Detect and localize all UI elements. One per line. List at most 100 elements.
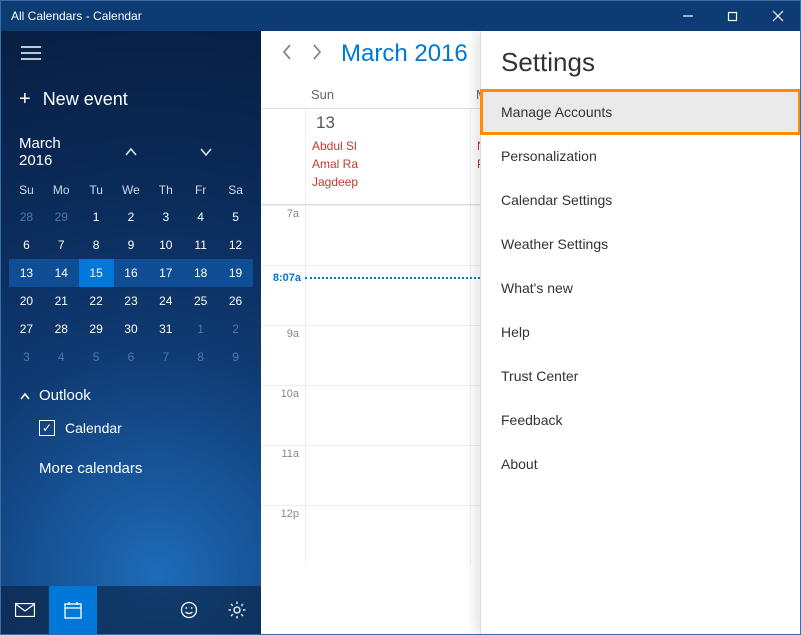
time-cell[interactable] xyxy=(305,445,470,505)
outlook-account-toggle[interactable]: Outlook xyxy=(19,387,243,404)
allday-cell[interactable]: 13Abdul SlAmal RaJagdeep xyxy=(305,109,470,204)
mini-day-cell[interactable]: 28 xyxy=(44,315,79,343)
hour-label: 9a xyxy=(261,325,305,385)
mini-day-cell[interactable]: 29 xyxy=(79,315,114,343)
mini-day-cell[interactable]: 8 xyxy=(183,343,218,371)
allday-event[interactable]: Jagdeep xyxy=(310,173,466,191)
mini-day-cell[interactable]: 17 xyxy=(148,259,183,287)
next-month-button[interactable] xyxy=(168,144,243,161)
settings-item[interactable]: Personalization xyxy=(481,134,800,178)
mini-day-cell[interactable]: 9 xyxy=(218,343,253,371)
mini-day-cell[interactable]: 3 xyxy=(9,343,44,371)
mini-day-cell[interactable]: 8 xyxy=(79,231,114,259)
mini-day-cell[interactable]: 20 xyxy=(9,287,44,315)
mini-day-cell[interactable]: 4 xyxy=(44,343,79,371)
bottom-bar xyxy=(1,586,261,634)
settings-item[interactable]: Manage Accounts xyxy=(481,90,800,134)
mini-day-cell[interactable]: 31 xyxy=(148,315,183,343)
hamburger-button[interactable] xyxy=(1,31,261,70)
month-title[interactable]: March 2016 xyxy=(341,40,468,68)
mini-month-header: March 2016 xyxy=(1,129,261,177)
mini-day-cell[interactable]: 23 xyxy=(114,287,149,315)
settings-flyout: Settings Manage AccountsPersonalizationC… xyxy=(480,31,800,634)
allday-event[interactable]: Amal Ra xyxy=(310,155,466,173)
mini-day-cell[interactable]: 19 xyxy=(218,259,253,287)
mini-day-cell[interactable]: 1 xyxy=(183,315,218,343)
close-button[interactable] xyxy=(755,1,800,31)
hour-label: 7a xyxy=(261,205,305,265)
day-header[interactable]: Sun xyxy=(305,77,470,108)
hour-label: 12p xyxy=(261,505,305,565)
settings-item[interactable]: About xyxy=(481,442,800,486)
settings-item[interactable]: What's new xyxy=(481,266,800,310)
allday-event[interactable]: Abdul Sl xyxy=(310,137,466,155)
mini-day-cell[interactable]: 3 xyxy=(148,203,183,231)
settings-item[interactable]: Trust Center xyxy=(481,354,800,398)
hour-label: 10a xyxy=(261,385,305,445)
mini-day-cell[interactable]: 13 xyxy=(9,259,44,287)
mini-day-header: Fr xyxy=(183,177,218,203)
mini-day-cell[interactable]: 29 xyxy=(44,203,79,231)
time-cell[interactable] xyxy=(305,325,470,385)
mini-day-cell[interactable]: 6 xyxy=(9,231,44,259)
mini-day-cell[interactable]: 26 xyxy=(218,287,253,315)
mini-day-cell[interactable]: 16 xyxy=(114,259,149,287)
new-event-button[interactable]: + New event xyxy=(1,70,261,129)
settings-button[interactable] xyxy=(213,586,261,634)
mini-day-cell[interactable]: 28 xyxy=(9,203,44,231)
time-cell[interactable] xyxy=(305,505,470,565)
calendar-label: Calendar xyxy=(65,420,122,436)
feedback-button[interactable] xyxy=(165,586,213,634)
mini-day-cell[interactable]: 2 xyxy=(114,203,149,231)
mini-day-cell[interactable]: 21 xyxy=(44,287,79,315)
mini-day-cell[interactable]: 24 xyxy=(148,287,183,315)
mini-month-label: March 2016 xyxy=(19,135,94,169)
mini-day-cell[interactable]: 27 xyxy=(9,315,44,343)
settings-title: Settings xyxy=(481,31,800,90)
settings-item[interactable]: Help xyxy=(481,310,800,354)
mini-day-cell[interactable]: 4 xyxy=(183,203,218,231)
settings-item[interactable]: Calendar Settings xyxy=(481,178,800,222)
minimize-button[interactable] xyxy=(665,1,710,31)
mini-calendar: SuMoTuWeThFrSa 2829123456789101112131415… xyxy=(1,177,261,371)
mail-icon xyxy=(15,603,35,617)
time-cell[interactable] xyxy=(305,385,470,445)
calendar-checkbox-row[interactable]: Calendar xyxy=(19,414,243,442)
mail-button[interactable] xyxy=(1,586,49,634)
next-week-button[interactable] xyxy=(311,43,323,66)
mini-day-cell[interactable]: 5 xyxy=(79,343,114,371)
mini-day-cell[interactable]: 6 xyxy=(114,343,149,371)
mini-day-header: Tu xyxy=(79,177,114,203)
mini-day-cell[interactable]: 7 xyxy=(44,231,79,259)
mini-day-cell[interactable]: 18 xyxy=(183,259,218,287)
plus-icon: + xyxy=(19,88,31,111)
accounts-section: Outlook Calendar xyxy=(1,371,261,442)
mini-day-cell[interactable]: 15 xyxy=(79,259,114,287)
settings-item[interactable]: Weather Settings xyxy=(481,222,800,266)
calendar-button[interactable] xyxy=(49,586,97,634)
mini-day-cell[interactable]: 5 xyxy=(218,203,253,231)
mini-day-cell[interactable]: 25 xyxy=(183,287,218,315)
mini-day-cell[interactable]: 11 xyxy=(183,231,218,259)
mini-day-cell[interactable]: 1 xyxy=(79,203,114,231)
mini-day-cell[interactable]: 22 xyxy=(79,287,114,315)
mini-day-header: Su xyxy=(9,177,44,203)
settings-item[interactable]: Feedback xyxy=(481,398,800,442)
mini-day-header: Sa xyxy=(218,177,253,203)
prev-week-button[interactable] xyxy=(281,43,293,66)
mini-day-cell[interactable]: 10 xyxy=(148,231,183,259)
mini-day-cell[interactable]: 12 xyxy=(218,231,253,259)
time-cell[interactable] xyxy=(305,205,470,265)
calendar-icon xyxy=(64,601,82,619)
maximize-button[interactable] xyxy=(710,1,755,31)
mini-day-cell[interactable]: 14 xyxy=(44,259,79,287)
prev-month-button[interactable] xyxy=(94,144,169,161)
outlook-label: Outlook xyxy=(39,387,91,404)
mini-day-cell[interactable]: 2 xyxy=(218,315,253,343)
more-calendars-button[interactable]: More calendars xyxy=(1,442,261,495)
current-time-label: 8:07a xyxy=(261,272,305,284)
mini-day-cell[interactable]: 7 xyxy=(148,343,183,371)
mini-day-cell[interactable]: 9 xyxy=(114,231,149,259)
mini-day-cell[interactable]: 30 xyxy=(114,315,149,343)
checkbox-icon xyxy=(39,420,55,436)
